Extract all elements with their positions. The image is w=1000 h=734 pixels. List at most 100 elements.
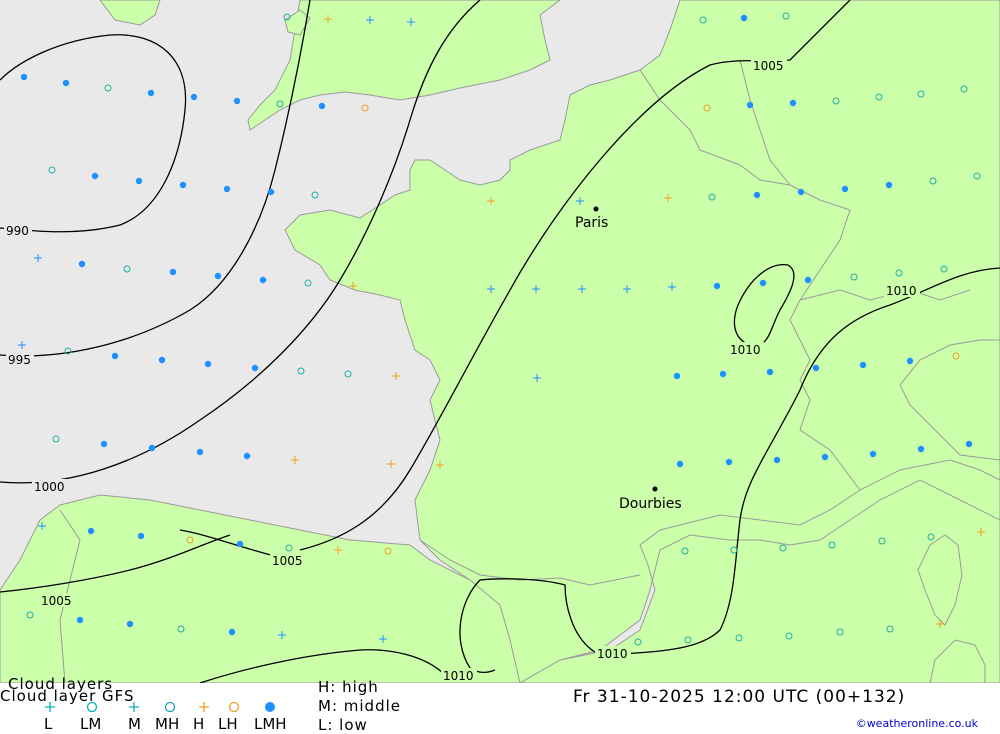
cloud-lm-ring [304, 279, 312, 287]
cloud-lmh-dot [719, 370, 727, 378]
legend-label-h: H [193, 715, 205, 733]
cloud-lmh-dot [236, 540, 244, 548]
cloud-lmh-dot [885, 181, 893, 189]
cloud-lmh-dot [797, 188, 805, 196]
cloud-lmh-dot [789, 99, 797, 107]
cloud-lmh-dot [673, 372, 681, 380]
cloud-lmh-dot [87, 527, 95, 535]
legend-symbol-lmh [265, 702, 275, 712]
legend-symbol-l [45, 702, 55, 712]
cloud-lmh-dot [746, 101, 754, 109]
cloud-h-cross [291, 456, 299, 464]
legend-symbol-m [129, 702, 139, 712]
cloud-lmh-dot [76, 616, 84, 624]
cloud-lmh-dot [773, 456, 781, 464]
cloud-lmh-dot [137, 532, 145, 540]
city-label-dourbies: Dourbies [619, 496, 682, 512]
cloud-lmh-dot [740, 14, 748, 22]
cloud-lmh-dot [233, 97, 241, 105]
isobar-label-1010-d: 1010 [443, 669, 474, 683]
cloud-lmh-dot [965, 440, 973, 448]
cloud-lmh-dot [859, 361, 867, 369]
isobar-label-1005-a: 1005 [753, 59, 784, 73]
city-label-paris: Paris [575, 215, 608, 231]
cloud-lm-ring [344, 370, 352, 378]
cloud-lm-ring [52, 435, 60, 443]
cloud-lm-ring [48, 166, 56, 174]
cloud-m-cross [34, 254, 42, 262]
forecast-datetime: Fr 31-10-2025 12:00 UTC (00+132) [573, 687, 906, 707]
isobar-label-1010-c: 1010 [597, 647, 628, 661]
cloud-lmh-dot [766, 368, 774, 376]
cloud-lmh-dot [228, 628, 236, 636]
land-wales [99, 0, 161, 26]
legend-label-l: L [44, 715, 53, 733]
legend-symbol-lh [228, 701, 240, 713]
title-line2: Cloud layer GFS [0, 687, 135, 705]
cloud-lmh-dot [804, 276, 812, 284]
legend-symbol-lm [86, 701, 98, 713]
cloud-lm-ring [104, 84, 112, 92]
cloud-lmh-dot [259, 276, 267, 284]
cloud-lmh-dot [869, 450, 877, 458]
map-footer: Cloud layers Cloud layer GFS H: high M: … [0, 675, 1000, 734]
cloud-lmh-dot [243, 452, 251, 460]
legend-label-lm: LM [80, 715, 102, 733]
cloud-lmh-dot [267, 188, 275, 196]
isobar-995 [0, 0, 311, 357]
cloud-lmh-dot [821, 453, 829, 461]
cloud-h-cross [392, 372, 400, 380]
cloud-lmh-dot [148, 444, 156, 452]
cloud-lm-ring [311, 191, 319, 199]
legend-label-mh: MH [155, 715, 180, 733]
cloud-lmh-dot [753, 191, 761, 199]
isobar-label-1010-a: 1010 [886, 284, 917, 298]
cloud-lmh-dot [917, 445, 925, 453]
cloud-lm-ring [123, 265, 131, 273]
legend-label-lmh: LMH [254, 715, 287, 733]
legend-symbol-h [199, 702, 209, 712]
cloud-lmh-dot [676, 460, 684, 468]
isobar-label-990: 990 [6, 224, 29, 238]
cloud-lmh-dot [169, 268, 177, 276]
cloud-h-cross [387, 460, 395, 468]
isobar-label-1005-c: 1005 [41, 594, 72, 608]
cloud-lmh-dot [906, 357, 914, 365]
city-marker-paris [593, 206, 599, 212]
weather-map: 990 995 1000 1005 1005 1005 1005 1010 10… [0, 0, 1000, 683]
key-middle: M: middle [318, 697, 401, 715]
cloud-lmh-dot [841, 185, 849, 193]
cloud-lmh-dot [812, 364, 820, 372]
isobar-990 [0, 34, 187, 233]
cloud-lmh-dot [147, 89, 155, 97]
legend-label-lh: LH [218, 715, 238, 733]
cloud-lmh-dot [126, 620, 134, 628]
cloud-lmh-dot [91, 172, 99, 180]
key-low: L: low [318, 716, 368, 734]
isobar-label-1005-b: 1005 [272, 554, 303, 568]
city-marker-dourbies [652, 486, 658, 492]
cloud-lmh-dot [190, 93, 198, 101]
isobar-label-1000: 1000 [34, 480, 65, 494]
cloud-lmh-dot [20, 73, 28, 81]
cloud-lmh-dot [251, 364, 259, 372]
cloud-lmh-dot [78, 260, 86, 268]
isobar-label-995: 995 [8, 353, 31, 367]
cloud-lmh-dot [196, 448, 204, 456]
cloud-lmh-dot [318, 102, 326, 110]
cloud-lmh-dot [62, 79, 70, 87]
cloud-lmh-dot [158, 356, 166, 364]
credit-link[interactable]: ©weatheronline.co.uk [856, 717, 978, 730]
cloud-lmh-dot [204, 360, 212, 368]
cloud-lmh-dot [759, 279, 767, 287]
legend-symbol-mh [164, 701, 176, 713]
cloud-lmh-dot [214, 272, 222, 280]
cloud-lmh-dot [223, 185, 231, 193]
isobar-label-1010-b: 1010 [730, 343, 761, 357]
cloud-m-cross [18, 341, 26, 349]
cloud-lh-ring [361, 104, 369, 112]
cloud-lmh-dot [713, 282, 721, 290]
cloud-lmh-dot [100, 440, 108, 448]
cloud-lmh-dot [179, 181, 187, 189]
cloud-lmh-dot [725, 458, 733, 466]
